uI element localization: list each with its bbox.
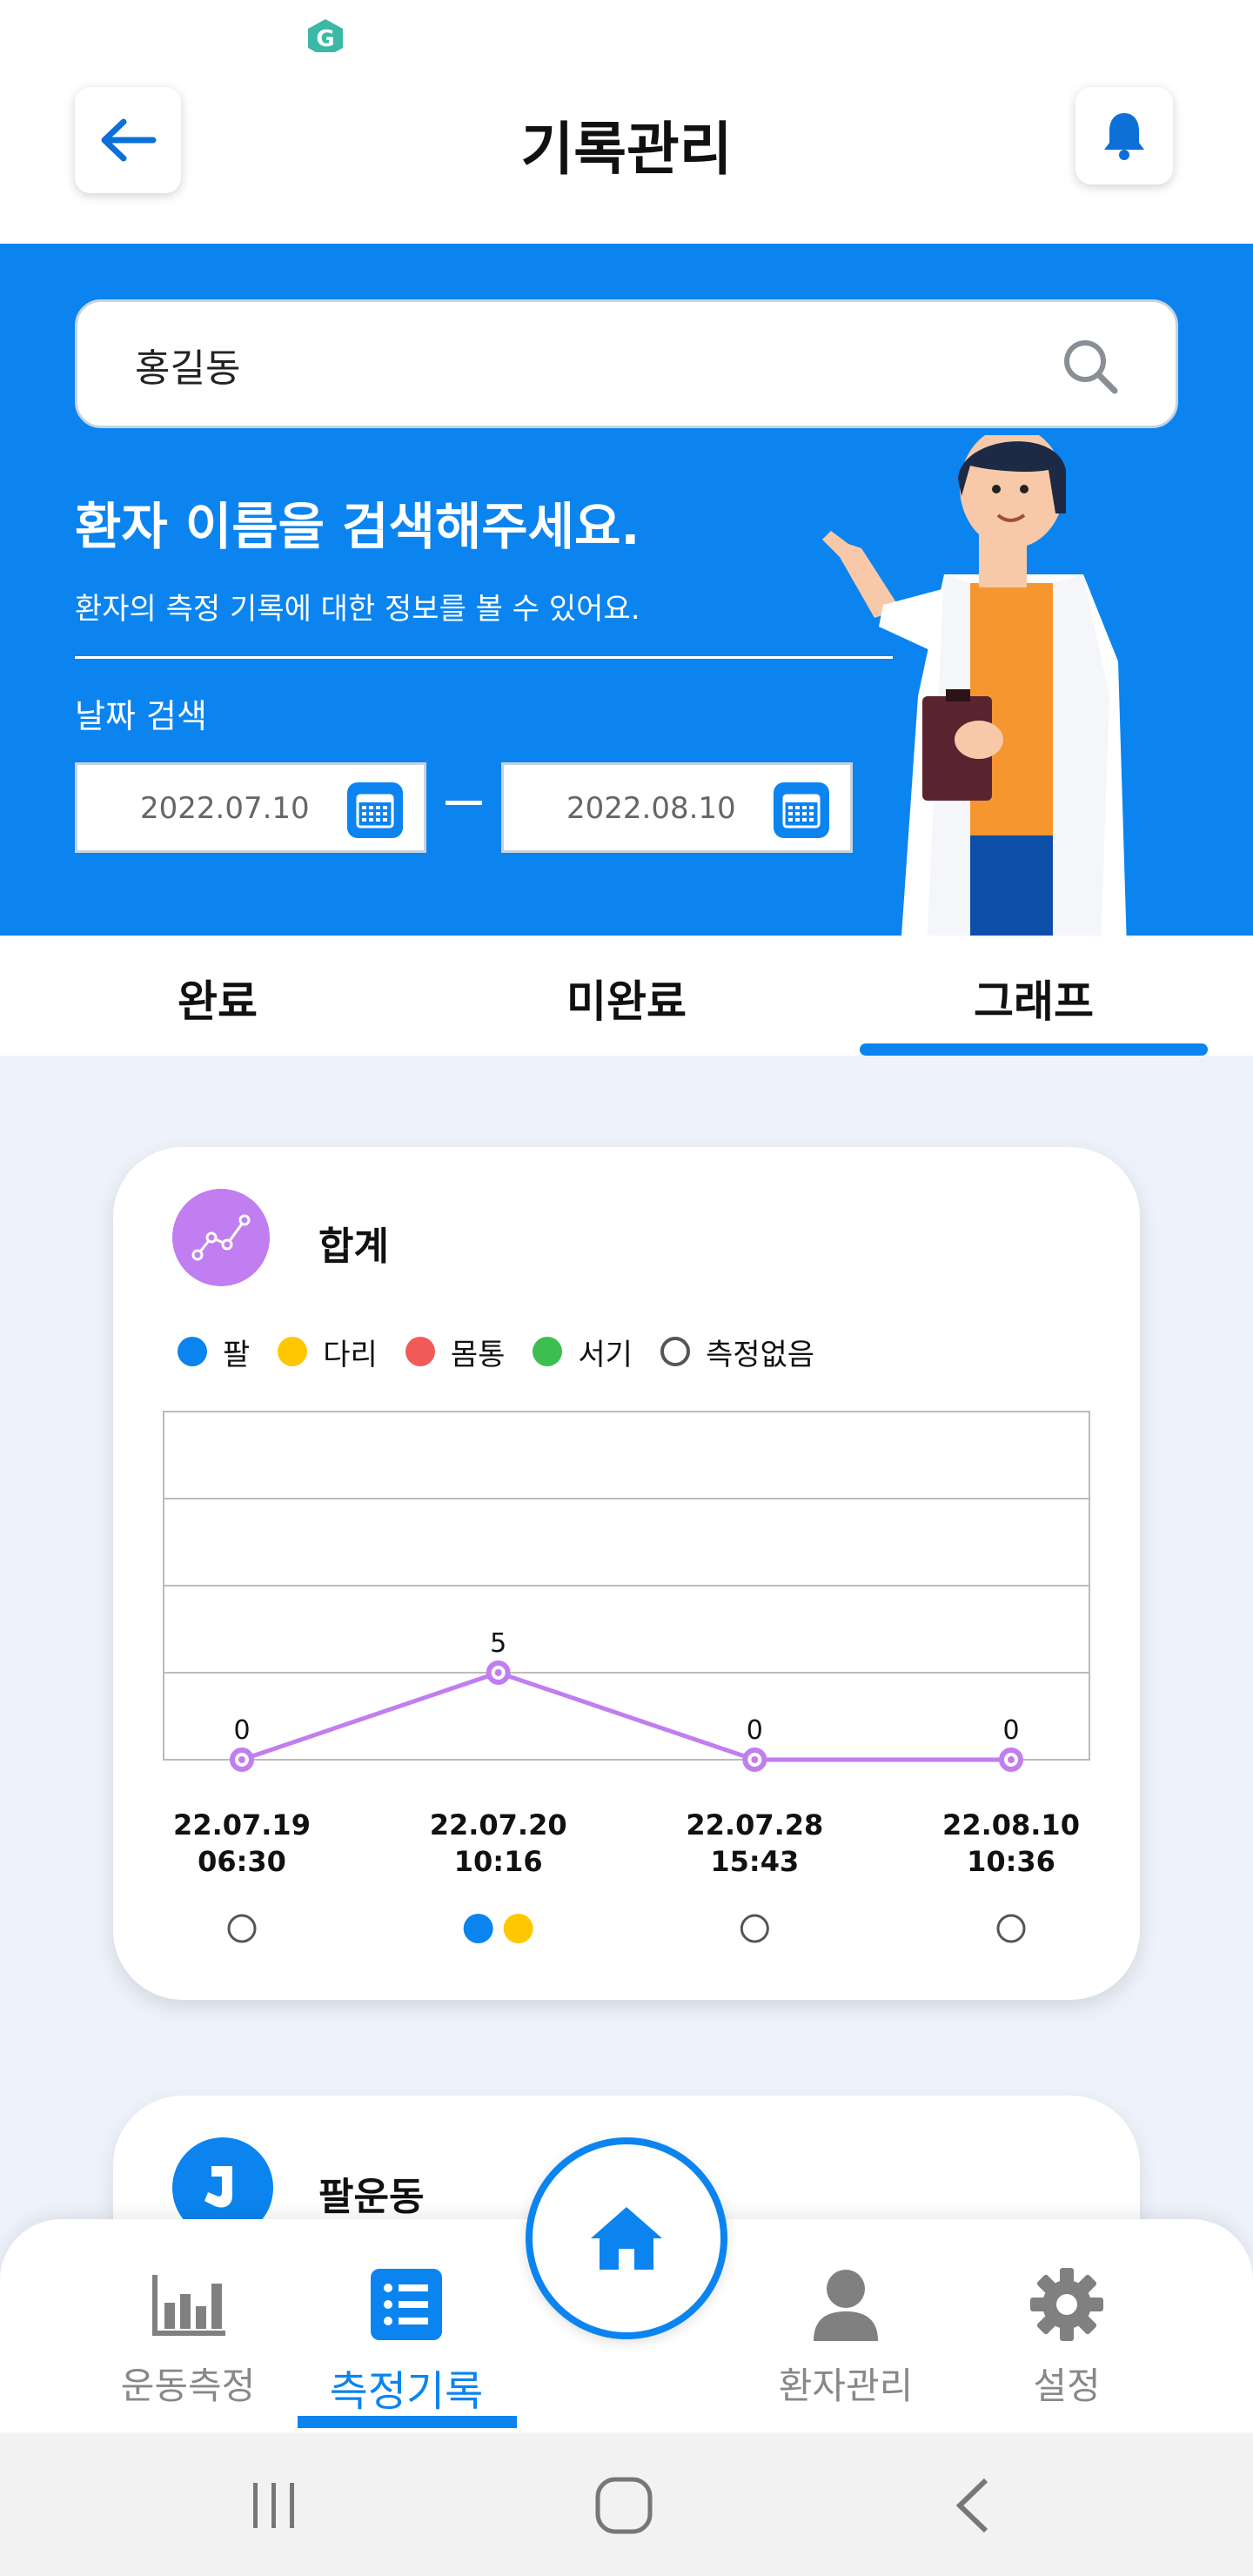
x-tick-time: 15:43 [710,1845,799,1878]
svg-text:G: G [316,26,334,52]
data-label: 0 [1002,1715,1019,1746]
x-tick-time: 10:16 [454,1845,543,1878]
bar-chart-icon [146,2263,230,2346]
series-line [241,1670,1011,1762]
x-tick-date: 22.07.19 [173,1808,311,1841]
marker-none [996,1914,1026,1943]
system-home-button[interactable] [585,2471,663,2540]
nav-label: 측정기록 [329,2367,484,2416]
tab-complete[interactable]: 완료 [9,967,426,1030]
active-tab-indicator [860,1043,1208,1056]
tab-graph[interactable]: 그래프 [825,967,1243,1030]
x-tick-date: 22.07.20 [430,1808,567,1841]
divider [75,656,893,659]
recent-apps-icon [253,2483,294,2528]
x-tick-date: 22.07.28 [686,1808,823,1841]
data-label: 0 [747,1715,763,1746]
hero-heading: 환자 이름을 검색해주세요. [75,497,640,556]
nav-item-records[interactable]: 측정기록 [306,2219,506,2432]
chevron-left-icon [955,2478,988,2533]
data-point-center [751,1756,759,1763]
page-title: 기록관리 [520,116,733,183]
person-icon [804,2263,888,2346]
marker-dot [503,1914,533,1943]
nav-item-settings[interactable]: 설정 [971,2219,1163,2432]
marker-none [227,1914,257,1943]
data-point-center [238,1756,245,1763]
date-search-label: 날짜 검색 [75,697,207,735]
x-tick-time: 06:30 [198,1845,286,1878]
nav-label: 운동측정 [120,2365,256,2407]
start-date-field[interactable]: 2022.07.10 [75,762,426,853]
marker-none [740,1914,769,1943]
start-date-value: 2022.07.10 [140,791,310,826]
home-button[interactable] [526,2137,727,2339]
data-label: 5 [490,1628,506,1659]
data-label: 0 [233,1715,250,1746]
nav-label: 설정 [1033,2365,1101,2407]
app-header: 기록관리 [0,52,1253,244]
active-nav-indicator [298,2416,517,2428]
data-point-center [494,1669,502,1676]
nav-label: 환자관리 [778,2365,914,2407]
doctor-illustration [822,435,1127,936]
home-icon [591,2207,662,2270]
system-navigation-bar [0,2432,1253,2576]
list-icon [365,2263,448,2346]
start-calendar-button[interactable] [347,782,403,838]
x-tick-date: 22.08.10 [942,1808,1080,1841]
search-box[interactable] [75,299,1178,428]
x-tick-time: 10:36 [967,1845,1055,1878]
marker-dot [463,1914,493,1943]
search-input[interactable] [135,337,1005,392]
nav-item-patients[interactable]: 환자관리 [750,2219,941,2432]
date-range-dash [446,801,482,805]
recent-apps-button[interactable] [235,2471,313,2540]
tab-bar: 완료 미완료 그래프 [0,936,1253,1056]
search-icon[interactable] [1059,335,1122,398]
card-title: 팔운동 [318,2175,425,2219]
gear-icon [1025,2263,1109,2346]
system-home-icon [595,2477,653,2534]
data-point-center [1008,1756,1015,1763]
nav-item-measure[interactable]: 운동측정 [92,2219,284,2432]
line-chart: 0 5 0 0 22.07.19 06:30 22.07.20 10:16 22.07.28 15… [163,1411,1090,1943]
system-back-button[interactable] [935,2471,1013,2540]
bell-icon [1104,113,1144,160]
hero-subtext: 환자의 측정 기록에 대한 정보를 볼 수 있어요. [75,592,640,627]
end-date-value: 2022.08.10 [566,791,736,826]
summary-chart-card: 합계 팔 다리 몸통 서기 측정없음 0 5 0 0 22.07.19 06:30 22.0… [113,1147,1140,2000]
notification-button[interactable] [1075,87,1173,184]
tab-incomplete[interactable]: 미완료 [418,967,835,1030]
search-hero: 환자 이름을 검색해주세요. 환자의 측정 기록에 대한 정보를 볼 수 있어요… [0,244,1253,936]
calendar-icon [356,794,394,828]
